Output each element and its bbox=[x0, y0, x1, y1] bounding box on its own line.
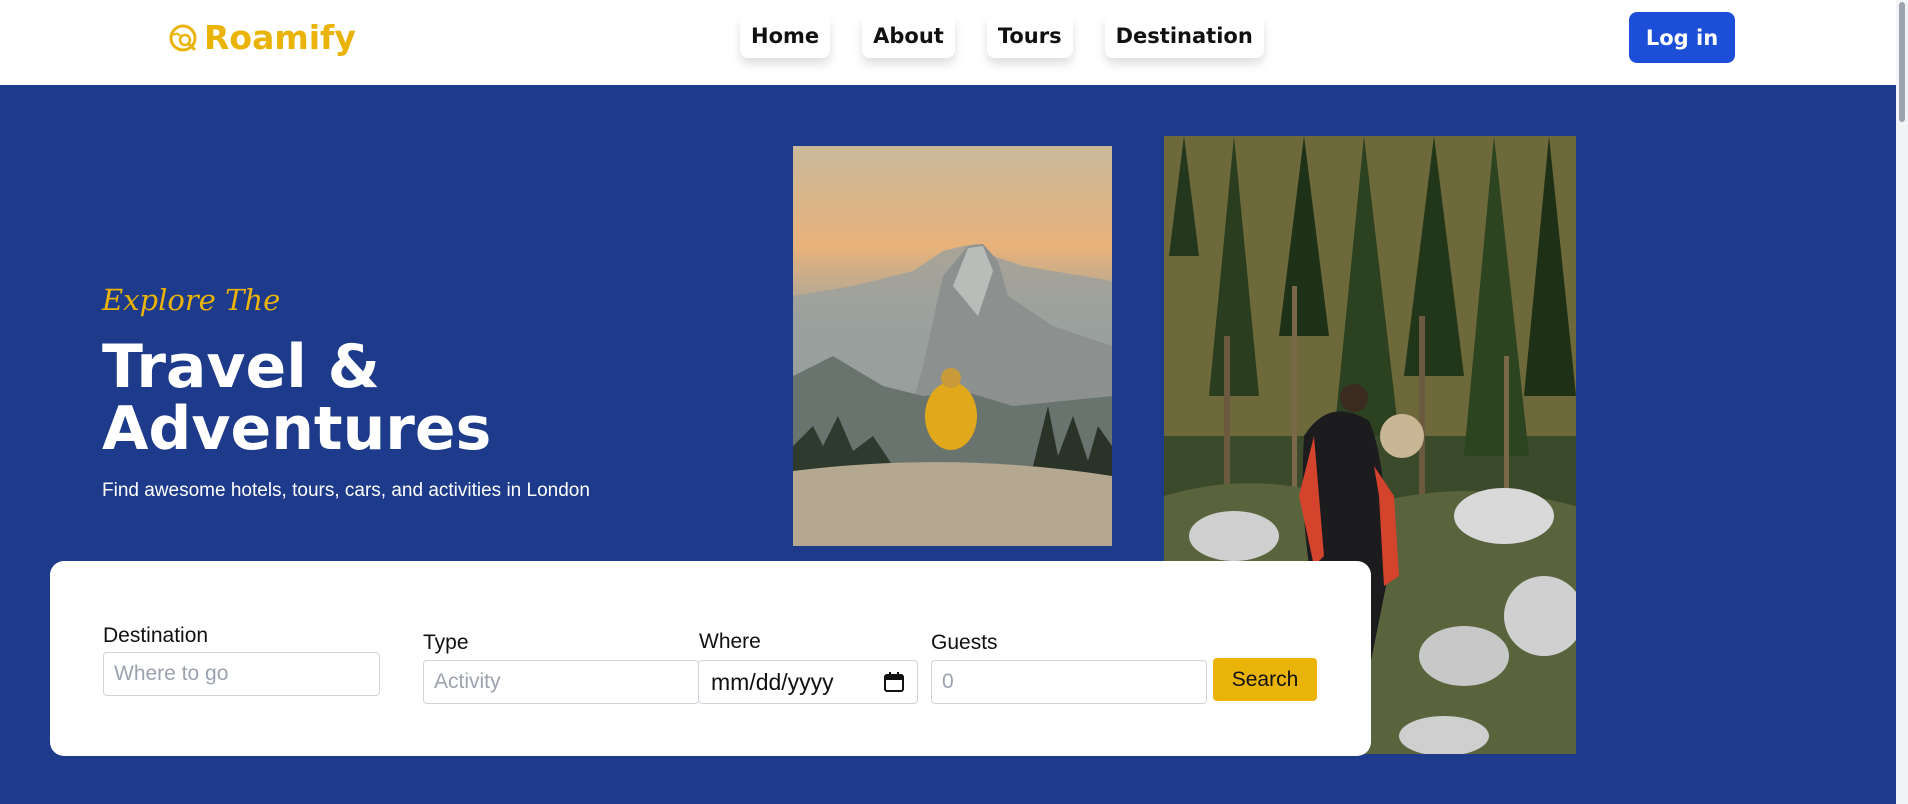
calendar-icon[interactable] bbox=[883, 671, 905, 693]
guests-input[interactable] bbox=[931, 660, 1207, 704]
scrollbar-thumb[interactable] bbox=[1899, 2, 1905, 122]
where-date-input[interactable]: mm/dd/yyyy bbox=[698, 660, 918, 704]
type-label: Type bbox=[423, 631, 469, 654]
hero-title-line-1: Travel & bbox=[102, 332, 380, 402]
nav-tours[interactable]: Tours bbox=[986, 14, 1073, 58]
navbar: Roamify Home About Tours Destination Log… bbox=[0, 0, 1908, 85]
globe-search-icon bbox=[169, 24, 197, 51]
date-value: mm/dd/yyyy bbox=[711, 668, 834, 695]
brand-logo[interactable]: Roamify bbox=[168, 18, 356, 57]
where-label: Where bbox=[699, 630, 761, 653]
hero-title: Travel & Adventures bbox=[102, 336, 702, 460]
destination-input[interactable] bbox=[103, 652, 380, 696]
hero-subtitle: Find awesome hotels, tours, cars, and ac… bbox=[102, 480, 590, 501]
nav-about[interactable]: About bbox=[862, 14, 955, 58]
nav-destination[interactable]: Destination bbox=[1104, 14, 1264, 58]
brand-name: Roamify bbox=[204, 18, 356, 57]
page-scrollbar[interactable] bbox=[1896, 0, 1908, 804]
hero-title-line-2: Adventures bbox=[102, 394, 492, 464]
login-button[interactable]: Log in bbox=[1629, 12, 1735, 63]
search-button[interactable]: Search bbox=[1213, 658, 1317, 701]
mountain-photo bbox=[793, 146, 1112, 546]
nav-home[interactable]: Home bbox=[740, 14, 831, 58]
type-input[interactable] bbox=[423, 660, 699, 704]
destination-label: Destination bbox=[103, 624, 209, 647]
hero-eyebrow: Explore The bbox=[102, 283, 281, 317]
main-nav: Home About Tours Destination bbox=[740, 14, 1264, 58]
guests-label: Guests bbox=[931, 631, 998, 654]
